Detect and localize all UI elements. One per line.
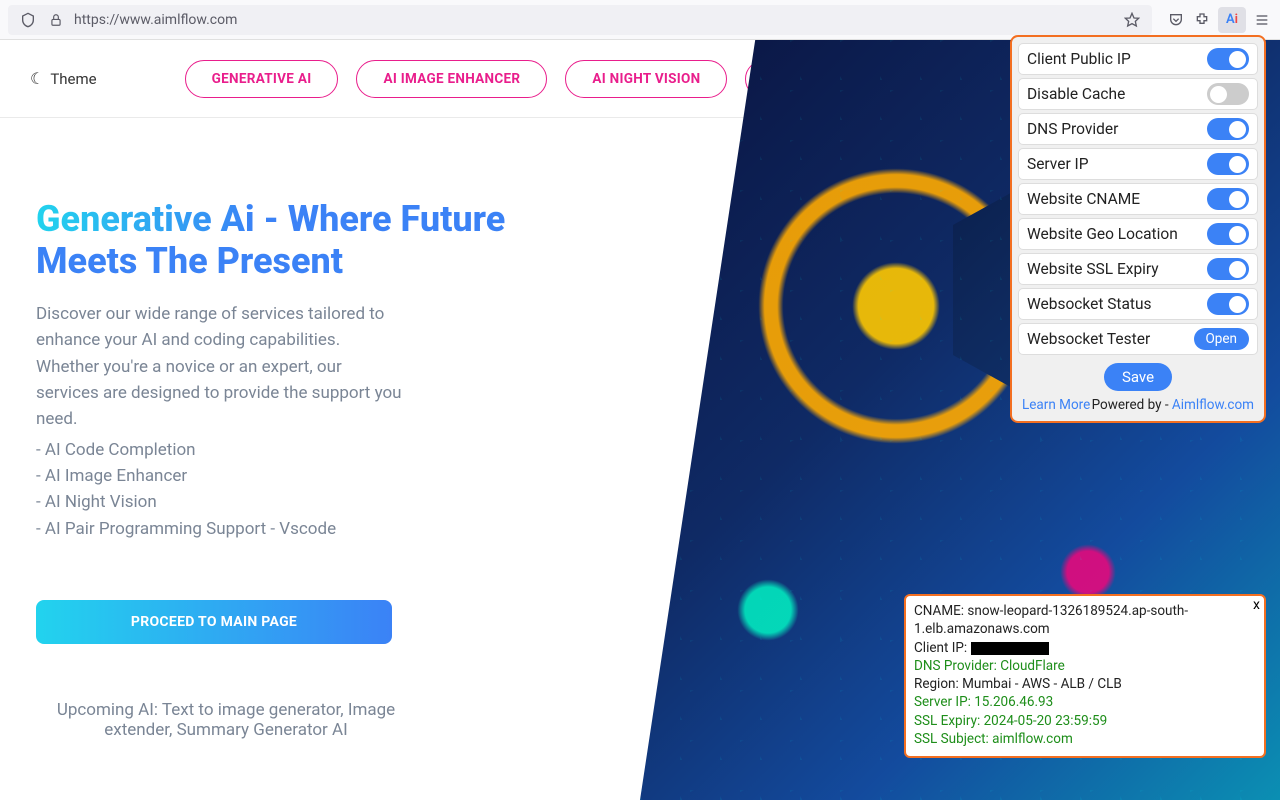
menu-icon[interactable]: [1252, 10, 1272, 30]
list-item: - AI Code Completion: [36, 437, 520, 463]
extensions-icon[interactable]: [1192, 10, 1212, 30]
pocket-icon[interactable]: [1166, 10, 1186, 30]
toggle-switch[interactable]: [1207, 258, 1249, 280]
info-line: CNAME: snow-leopard-1326189524.ap-south-…: [914, 602, 1256, 638]
hero-title: Generative Ai - Where Future Meets The P…: [36, 198, 520, 283]
info-line: SSL Subject: aimlflow.com: [914, 730, 1256, 748]
toggle-switch[interactable]: [1207, 83, 1249, 105]
lock-icon: [46, 10, 66, 30]
nav-pill-generative-ai[interactable]: GENERATIVE AI: [185, 60, 339, 98]
learn-more-link[interactable]: Learn More: [1022, 397, 1090, 413]
extension-row: Client Public IP: [1018, 43, 1258, 75]
extension-row-label: Server IP: [1027, 155, 1089, 173]
toolbar-right: Ai: [1166, 7, 1272, 33]
extension-row-label: DNS Provider: [1027, 120, 1118, 138]
browser-toolbar: https://www.aimlflow.com Ai: [0, 0, 1280, 40]
hero-description: Discover our wide range of services tail…: [36, 301, 406, 433]
open-button[interactable]: Open: [1194, 328, 1249, 350]
redacted-ip: [971, 642, 1049, 655]
proceed-button[interactable]: PROCEED TO MAIN PAGE: [36, 600, 392, 644]
info-line: Region: Mumbai - AWS - ALB / CLB: [914, 675, 1256, 693]
extension-row-label: Website Geo Location: [1027, 225, 1178, 243]
extension-row: Websocket Tester Open: [1018, 323, 1258, 355]
extension-row-label: Client Public IP: [1027, 50, 1131, 68]
extension-row: Website SSL Expiry: [1018, 253, 1258, 285]
list-item: - AI Night Vision: [36, 489, 520, 515]
toggle-switch[interactable]: [1207, 118, 1249, 140]
extension-row: Websocket Status: [1018, 288, 1258, 320]
theme-toggle[interactable]: ☾ Theme: [30, 69, 97, 88]
info-line: SSL Expiry: 2024-05-20 23:59:59: [914, 712, 1256, 730]
extension-row-label: Disable Cache: [1027, 85, 1125, 103]
aimlflow-extension-icon[interactable]: Ai: [1218, 7, 1246, 33]
extension-row: Disable Cache: [1018, 78, 1258, 110]
extension-row: Website CNAME: [1018, 183, 1258, 215]
toggle-switch[interactable]: [1207, 223, 1249, 245]
extension-popup: Client Public IP Disable Cache DNS Provide…: [1010, 35, 1266, 423]
site-info-overlay: x CNAME: snow-leopard-1326189524.ap-sout…: [904, 594, 1266, 758]
star-icon[interactable]: [1122, 10, 1142, 30]
url-bar[interactable]: https://www.aimlflow.com: [8, 5, 1152, 35]
toggle-switch[interactable]: [1207, 188, 1249, 210]
info-line: DNS Provider: CloudFlare: [914, 657, 1256, 675]
extension-row: Website Geo Location: [1018, 218, 1258, 250]
toggle-switch[interactable]: [1207, 48, 1249, 70]
moon-icon: ☾: [30, 69, 44, 88]
extension-footer: Learn More Powered by - Aimlflow.com: [1018, 397, 1258, 413]
nav-pill-image-enhancer[interactable]: AI IMAGE ENHANCER: [356, 60, 547, 98]
upcoming-note: Upcoming AI: Text to image generator, Im…: [36, 700, 416, 740]
nav-pill-night-vision[interactable]: AI NIGHT VISION: [565, 60, 727, 98]
toggle-switch[interactable]: [1207, 153, 1249, 175]
url-text: https://www.aimlflow.com: [74, 12, 1114, 28]
extension-row: DNS Provider: [1018, 113, 1258, 145]
hero-feature-list: - AI Code Completion - AI Image Enhancer…: [36, 437, 520, 542]
toggle-switch[interactable]: [1207, 293, 1249, 315]
powered-by-label: Powered by -: [1092, 397, 1172, 413]
extension-row-label: Websocket Status: [1027, 295, 1152, 313]
save-button[interactable]: Save: [1104, 363, 1172, 391]
list-item: - AI Image Enhancer: [36, 463, 520, 489]
info-line: Client IP:: [914, 639, 1256, 657]
list-item: - AI Pair Programming Support - Vscode: [36, 516, 520, 542]
shield-icon: [18, 10, 38, 30]
extension-row-label: Website CNAME: [1027, 190, 1140, 208]
extension-row-label: Websocket Tester: [1027, 330, 1150, 348]
info-line: Server IP: 15.206.46.93: [914, 693, 1256, 711]
theme-label: Theme: [50, 70, 96, 88]
brand-link[interactable]: Aimlflow.com: [1172, 397, 1254, 413]
hero-content: Generative Ai - Where Future Meets The P…: [0, 118, 520, 740]
close-icon[interactable]: x: [1253, 596, 1260, 615]
extension-row-label: Website SSL Expiry: [1027, 260, 1159, 278]
extension-row: Server IP: [1018, 148, 1258, 180]
